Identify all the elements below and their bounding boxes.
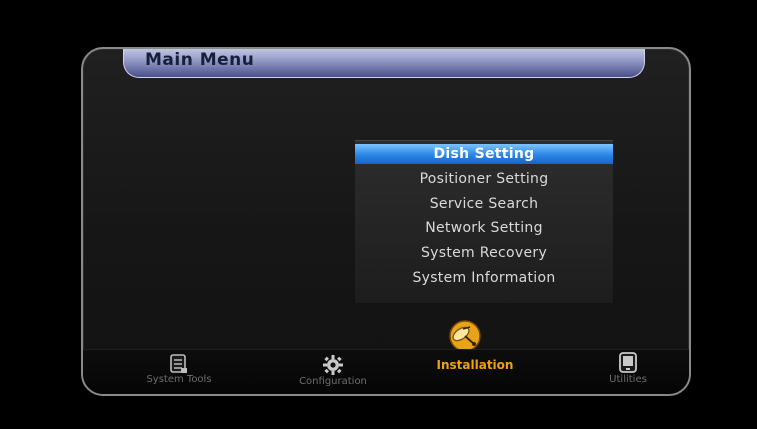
- main-menu-panel: Main Menu Dish Setting Positioner Settin…: [81, 47, 691, 396]
- list-icon: [170, 354, 187, 373]
- nav-configuration[interactable]: Configuration: [283, 354, 383, 387]
- page-title: Main Menu: [145, 50, 255, 70]
- gear-icon: [323, 355, 343, 375]
- bottom-nav-bar: System Tools Configuration Installation …: [83, 349, 689, 394]
- nav-label: System Tools: [146, 374, 212, 385]
- title-bar: Main Menu: [123, 49, 645, 78]
- nav-system-tools[interactable]: System Tools: [139, 354, 219, 385]
- installation-submenu: Dish Setting Positioner Setting Service …: [355, 140, 613, 303]
- nav-label: Configuration: [299, 376, 367, 387]
- nav-label: Utilities: [609, 374, 647, 385]
- menu-item-system-information[interactable]: System Information: [355, 268, 613, 288]
- tv-screen: Main Menu Dish Setting Positioner Settin…: [0, 0, 757, 429]
- nav-utilities[interactable]: Utilities: [598, 352, 658, 385]
- device-icon: [619, 352, 637, 373]
- nav-label-active: Installation: [436, 358, 514, 372]
- menu-item-network-setting[interactable]: Network Setting: [355, 218, 613, 238]
- menu-item-service-search[interactable]: Service Search: [355, 194, 613, 214]
- menu-item-dish-setting[interactable]: Dish Setting: [355, 144, 613, 164]
- satellite-icon: [449, 320, 481, 352]
- menu-item-system-recovery[interactable]: System Recovery: [355, 243, 613, 263]
- menu-item-positioner-setting[interactable]: Positioner Setting: [355, 169, 613, 189]
- nav-installation[interactable]: Installation: [425, 358, 525, 372]
